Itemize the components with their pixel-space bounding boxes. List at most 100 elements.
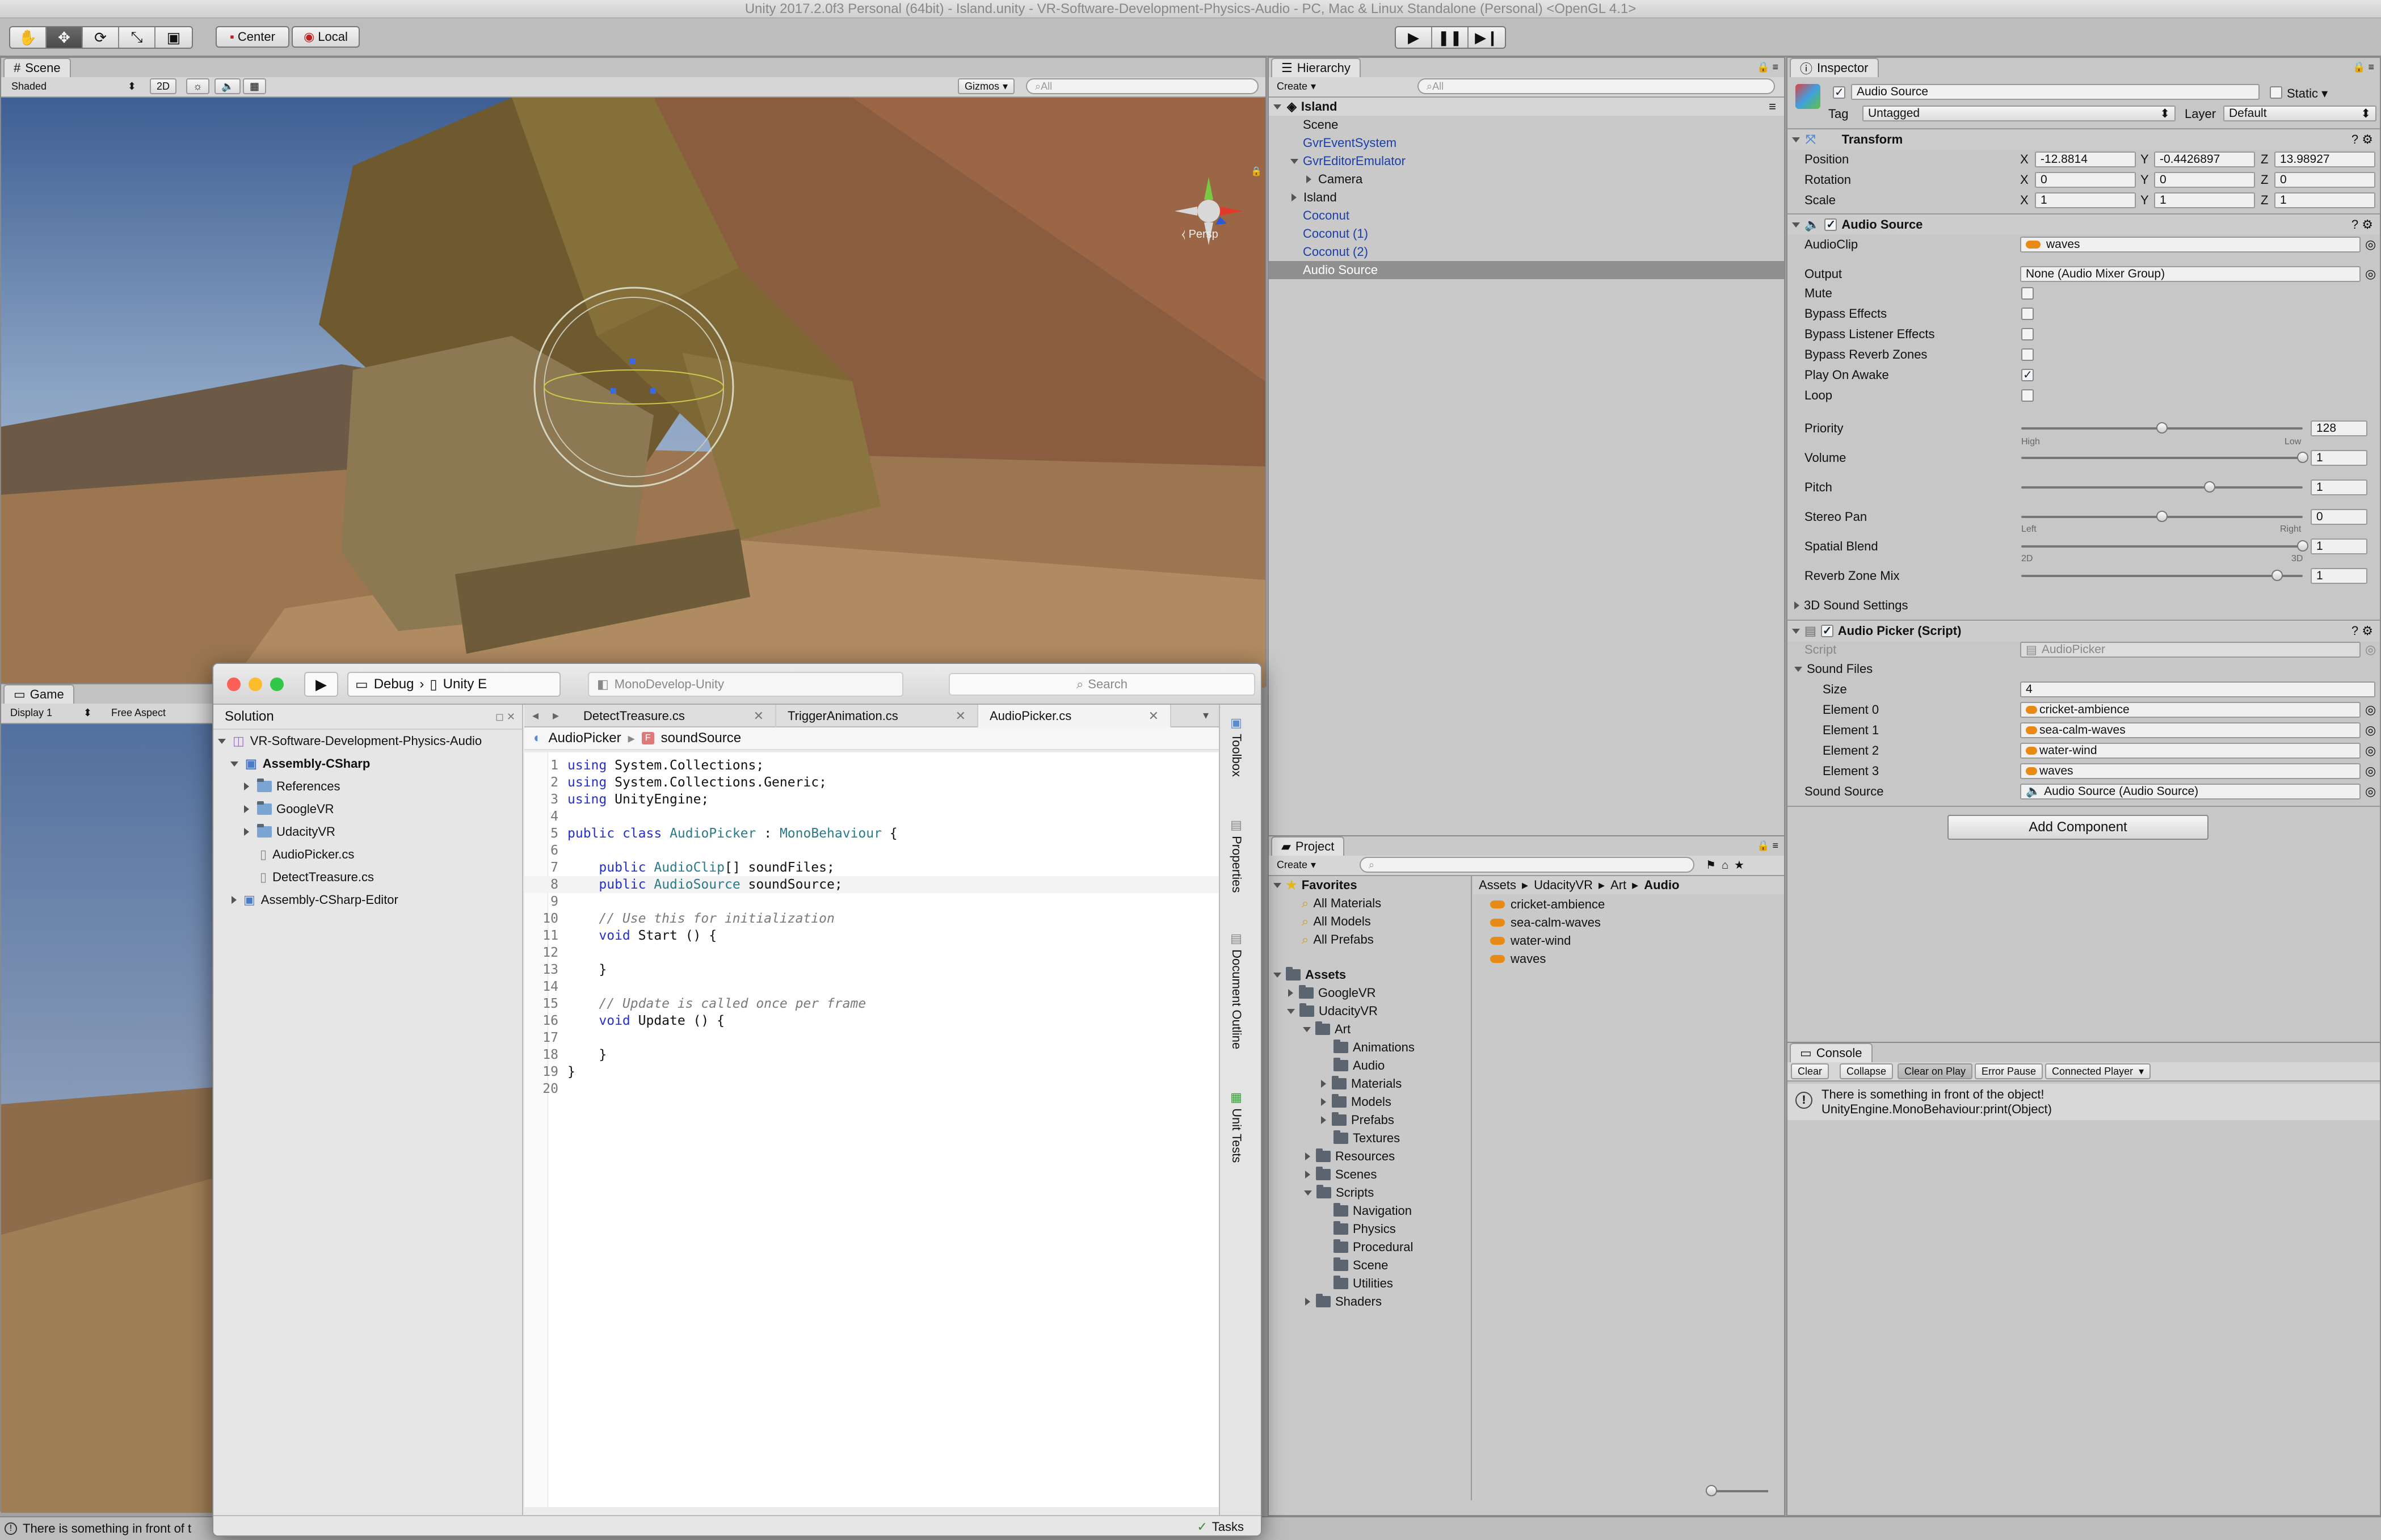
audio-file-row[interactable]: waves (1473, 950, 1784, 968)
size-field[interactable]: 4 (2020, 681, 2375, 697)
hierarchy-item[interactable]: Scene (1269, 116, 1784, 134)
code-line[interactable]: 8 public AudioSource soundSource; (524, 876, 1219, 893)
display-dropdown[interactable]: Display 1 ⬍ (5, 705, 98, 721)
expand-arrow-icon[interactable] (1321, 1098, 1326, 1106)
active-checkbox[interactable] (1833, 85, 1845, 99)
output-field[interactable]: None (Audio Mixer Group) (2020, 266, 2361, 282)
static-checkbox[interactable] (2270, 86, 2282, 99)
play-on-awake-checkbox[interactable] (2021, 368, 2034, 382)
panel-menu-icon[interactable]: 🔒 ≡ (2353, 61, 2374, 73)
pivot-local-button[interactable]: ◉ Local (292, 26, 360, 48)
solution-item[interactable]: ◫ VR-Software-Development-Physics-Audio (213, 732, 522, 750)
filter-type-icon[interactable]: ⚑ (1706, 859, 1722, 872)
hierarchy-item[interactable]: Island (1269, 188, 1784, 207)
audio-file-row[interactable]: sea-calm-waves (1473, 914, 1784, 932)
folder-row[interactable]: Art (1269, 1020, 1471, 1038)
volume-slider-knob[interactable] (2297, 452, 2308, 463)
console-clear-button[interactable]: Clear (1791, 1063, 1829, 1079)
volume-slider[interactable] (2021, 452, 2308, 463)
expand-arrow-icon[interactable] (1792, 628, 1800, 634)
priority-slider[interactable] (2021, 422, 2303, 434)
bypass-effects-checkbox[interactable] (2021, 308, 2034, 320)
component-settings-icon[interactable]: ? ⚙ (2351, 624, 2373, 638)
code-line[interactable]: 12 (524, 944, 1219, 961)
favorites-row[interactable]: ★ Favorites (1269, 876, 1471, 894)
path-class[interactable]: AudioPicker (549, 730, 621, 746)
project-create-button[interactable]: Create ▾ (1271, 857, 1322, 873)
expand-arrow-icon[interactable] (232, 896, 237, 904)
tag-dropdown[interactable]: Untagged ⬍ (1862, 106, 2176, 121)
forward-arrow-icon[interactable]: ▸ (553, 708, 559, 723)
spatial-blend-field[interactable]: 1 (2311, 538, 2367, 554)
persp-label[interactable]: ⧼ Persp (1181, 228, 1218, 241)
editor-tab[interactable]: TriggerAnimation.cs ✕ (776, 705, 978, 727)
run-button[interactable]: ▶ (304, 672, 338, 697)
code-line[interactable]: 16 void Update () { (524, 1012, 1219, 1029)
expand-arrow-icon[interactable] (1273, 882, 1281, 888)
element-field[interactable]: sea-calm-waves (2020, 722, 2361, 738)
close-icon[interactable]: ✕ (754, 709, 764, 723)
sound-source-field[interactable]: 🔈 Audio Source (Audio Source) (2020, 784, 2361, 800)
code-line[interactable]: 6 (524, 842, 1219, 859)
expand-arrow-icon[interactable] (1792, 222, 1800, 228)
expand-arrow-icon[interactable] (1292, 193, 1297, 201)
step-icon[interactable]: ▶❙ (1469, 27, 1505, 48)
side-tab-document-outline[interactable]: ▤ Document Outline (1229, 932, 1244, 1049)
expand-arrow-icon[interactable] (1303, 1026, 1311, 1032)
close-icon[interactable]: ✕ (956, 709, 966, 723)
object-name-field[interactable]: Audio Source (1851, 84, 2260, 100)
code-line[interactable]: 15 // Update is called once per frame (524, 995, 1219, 1012)
expand-arrow-icon[interactable] (1304, 1190, 1312, 1196)
element-field[interactable]: cricket-ambience (2020, 702, 2361, 718)
object-picker-icon[interactable]: ◎ (2365, 723, 2376, 738)
object-picker-icon[interactable]: ◎ (2365, 784, 2376, 799)
expand-arrow-icon[interactable] (244, 805, 249, 813)
expand-arrow-icon[interactable] (1321, 1116, 1326, 1124)
breadcrumb-item[interactable]: Art (1610, 878, 1626, 893)
code-line[interactable]: 4 (524, 808, 1219, 825)
folder-row-selected[interactable]: Audio (1269, 1057, 1471, 1075)
folder-row[interactable]: Shaders (1269, 1293, 1471, 1311)
layer-dropdown[interactable]: Default ⬍ (2223, 106, 2376, 121)
audio-source-header[interactable]: 🔈 Audio Source ? ⚙ (1787, 213, 2380, 235)
hierarchy-item-selected[interactable]: Audio Source (1269, 261, 1784, 279)
solution-item[interactable]: UdacityVR (213, 823, 522, 841)
position-y-field[interactable]: -0.4426897 (2154, 152, 2255, 167)
audio-picker-header[interactable]: ▤ Audio Picker (Script) ? ⚙ (1787, 620, 2380, 641)
pane-close-icon[interactable]: ◻ ✕ (495, 711, 515, 723)
priority-slider-knob[interactable] (2156, 422, 2168, 434)
object-picker-icon[interactable]: ◎ (2365, 764, 2376, 779)
position-x-field[interactable]: -12.8814 (2035, 152, 2136, 167)
expand-arrow-icon[interactable] (244, 828, 249, 836)
side-tab-unit-tests[interactable]: ▦ Unit Tests (1229, 1091, 1244, 1163)
expand-arrow-icon[interactable] (1794, 666, 1802, 672)
connected-player-dropdown[interactable]: Connected Player ▾ (2045, 1063, 2151, 1079)
hierarchy-item[interactable]: GvrEventSystem (1269, 134, 1784, 152)
tasks-button[interactable]: ✓ Tasks (1197, 1520, 1244, 1534)
hierarchy-search-input[interactable]: ⌕ All (1417, 78, 1775, 94)
scale-z-field[interactable]: 1 (2274, 192, 2375, 208)
breadcrumb-item[interactable]: Audio (1644, 878, 1679, 893)
audio-file-row[interactable]: cricket-ambience (1473, 895, 1784, 914)
favorite-item[interactable]: ⌕ All Materials (1269, 894, 1471, 912)
position-z-field[interactable]: 13.98927 (2274, 152, 2375, 167)
pause-icon[interactable]: ❚❚ (1432, 27, 1469, 48)
folder-row[interactable]: Animations (1269, 1038, 1471, 1057)
code-line[interactable]: 9 (524, 893, 1219, 910)
sound-files-row[interactable]: Sound Files (1787, 659, 2380, 679)
audio-toggle-icon[interactable]: 🔈 (214, 78, 241, 94)
chevron-down-icon[interactable]: ▾ (2321, 86, 2328, 100)
component-settings-icon[interactable]: ? ⚙ (2351, 217, 2373, 232)
folder-row[interactable]: Resources (1269, 1147, 1471, 1165)
code-line[interactable]: 11 void Start () { (524, 927, 1219, 944)
stereo-pan-slider[interactable] (2021, 511, 2303, 522)
expand-arrow-icon[interactable] (1273, 104, 1281, 110)
breadcrumb-item[interactable]: Assets (1479, 878, 1516, 893)
tab-scene[interactable]: # Scene (3, 58, 71, 77)
folder-row[interactable]: Physics (1269, 1220, 1471, 1238)
side-tab-properties[interactable]: ▤ Properties (1229, 818, 1244, 893)
solution-item[interactable]: ▯ AudioPicker.cs (213, 845, 522, 864)
solution-item[interactable]: GoogleVR (213, 800, 522, 818)
audio-file-row[interactable]: water-wind (1473, 932, 1784, 950)
editor-tab-active[interactable]: AudioPicker.cs ✕ (978, 705, 1171, 727)
